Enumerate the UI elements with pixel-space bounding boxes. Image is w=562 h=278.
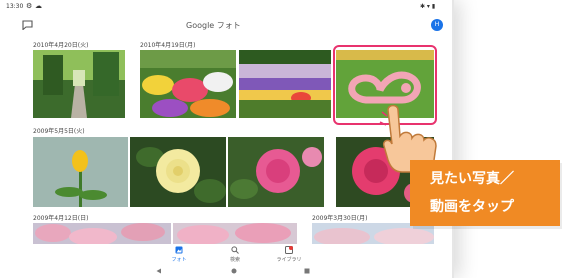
home-icon[interactable] [231, 268, 237, 274]
status-bar: 13:30 ⚙ ☁ ✱ ▾ ▮ [0, 0, 452, 14]
yellow-rose-photo [130, 137, 226, 207]
nav-label: ライブラリ [276, 257, 302, 263]
library-icon [285, 246, 293, 254]
recents-icon[interactable] [304, 268, 310, 274]
section-date: 2009年4月12日(日) [33, 215, 89, 222]
status-time: 13:30 [6, 3, 24, 10]
section-date: 2009年3月30日(月) [312, 215, 368, 222]
search-icon [231, 246, 239, 254]
garden-path-photo [33, 50, 125, 118]
blossom-trees-photo [312, 223, 434, 245]
photo-thumbnail[interactable] [33, 223, 171, 245]
message-icon[interactable] [22, 20, 33, 30]
cherry-blossom-photo [173, 223, 297, 245]
photos-icon [175, 246, 183, 254]
photo-thumbnail[interactable] [239, 50, 331, 118]
callout-line-1: 見たい写真／ [430, 171, 514, 187]
top-app-bar: Google フォト H [0, 14, 452, 36]
pink-rose-photo [228, 137, 324, 207]
section-date: 2010年4月19日(月) [140, 42, 196, 49]
section-date: 2009年5月5日(火) [33, 128, 85, 135]
bottom-navigation: フォト 検索 ライブラリ [0, 244, 452, 278]
park-flowers-photo [239, 50, 331, 118]
status-right-icons: ✱ ▾ ▮ [420, 3, 436, 10]
account-avatar[interactable]: H [431, 19, 443, 31]
page-title: Google フォト [186, 21, 241, 30]
callout-line-2: 動画をタップ [430, 199, 514, 215]
callout-box: 見たい写真／ 動画をタップ [410, 160, 560, 226]
photo-thumbnail[interactable] [130, 137, 226, 207]
cherry-blossom-photo [33, 223, 171, 245]
photo-thumbnail[interactable] [312, 223, 434, 245]
section-date: 2010年4月20日(火) [33, 42, 89, 49]
nav-label: 検索 [229, 257, 240, 263]
nav-item-photos[interactable]: フォト [166, 246, 192, 266]
nav-item-search[interactable]: 検索 [222, 246, 248, 266]
photo-thumbnail[interactable] [140, 50, 236, 118]
flowerbed-photo [140, 50, 236, 118]
nav-item-library[interactable]: ライブラリ [272, 246, 306, 266]
photo-thumbnail[interactable] [228, 137, 324, 207]
photo-thumbnail[interactable] [33, 137, 128, 207]
nav-label: フォト [171, 257, 187, 263]
back-icon[interactable] [156, 268, 162, 274]
settings-status-icon: ⚙ [26, 2, 33, 10]
cloud-status-icon: ☁ [35, 2, 42, 10]
photo-thumbnail[interactable] [33, 50, 125, 118]
photo-thumbnail[interactable] [173, 223, 297, 245]
yellow-tulip-photo [33, 137, 128, 207]
